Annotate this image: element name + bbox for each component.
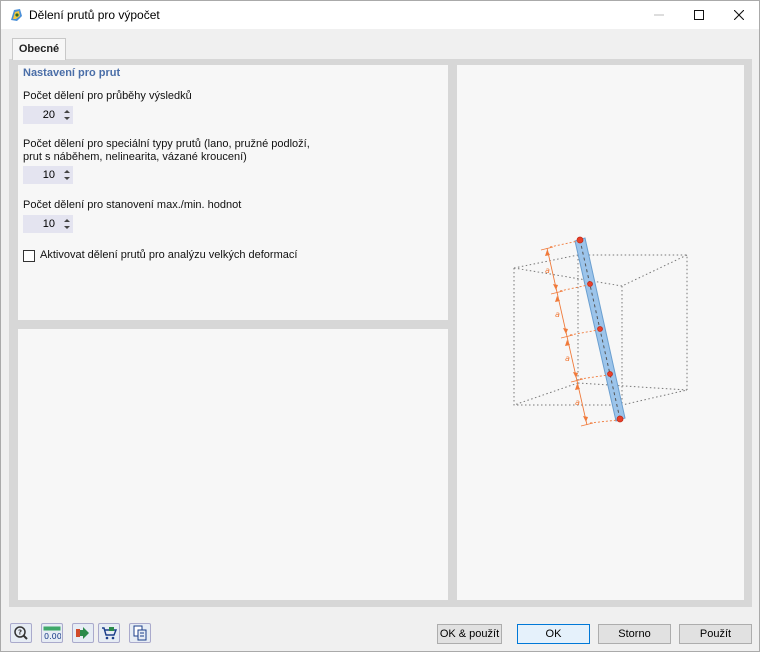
- division-node: [587, 281, 593, 287]
- spin-up-icon[interactable]: [64, 219, 70, 222]
- arrow-export-icon: [76, 627, 89, 639]
- spinner-arrows[interactable]: [61, 166, 73, 184]
- divisions-special-value[interactable]: 10: [23, 166, 59, 184]
- divisions-results-label: Počet dělení pro průběhy výsledků: [23, 90, 192, 102]
- preview-panel: a a a a: [457, 65, 744, 600]
- dimension-arrow: [545, 250, 550, 256]
- spinner-arrows[interactable]: [61, 215, 73, 233]
- dimension-arrow: [555, 296, 560, 302]
- divisions-special-label-line2: prut s náběhem, nelinearita, vázané krou…: [23, 151, 247, 163]
- dimension-arrow: [563, 328, 568, 334]
- dimension-arrow: [573, 372, 578, 378]
- window-title: Dělení prutů pro výpočet: [29, 8, 160, 22]
- divisions-results-spinner[interactable]: 20: [23, 106, 73, 124]
- units-icon: 0.00: [43, 626, 61, 640]
- cancel-button[interactable]: Storno: [598, 624, 671, 644]
- spin-down-icon[interactable]: [64, 177, 70, 180]
- segment-label: a: [555, 310, 560, 319]
- export-button[interactable]: [72, 623, 94, 643]
- large-deformation-checkbox[interactable]: [23, 250, 35, 262]
- cart-button[interactable]: [98, 623, 120, 643]
- minimize-button[interactable]: [637, 1, 681, 29]
- divisions-special-label: Počet dělení pro speciální typy prutů (l…: [23, 138, 310, 150]
- large-deformation-label[interactable]: Aktivovat dělení prutů pro analýzu velký…: [40, 249, 297, 262]
- maximize-button[interactable]: [677, 1, 721, 29]
- box-edge: [513, 255, 579, 406]
- ok-apply-button[interactable]: OK & použít: [437, 624, 502, 644]
- spin-up-icon[interactable]: [64, 170, 70, 173]
- divisions-maxmin-label: Počet dělení pro stanovení max./min. hod…: [23, 199, 242, 211]
- divisions-maxmin-value[interactable]: 10: [23, 215, 59, 233]
- segment-label: a: [565, 354, 570, 363]
- box-edge: [513, 254, 688, 287]
- extension-line: [569, 329, 599, 336]
- app-icon: [11, 9, 22, 21]
- units-icon-text: 0.00: [44, 632, 61, 640]
- divisions-maxmin-spinner[interactable]: 10: [23, 215, 73, 233]
- extension-line: [549, 240, 579, 248]
- spin-up-icon[interactable]: [64, 110, 70, 113]
- minimize-icon: [654, 14, 664, 16]
- division-node: [576, 236, 584, 244]
- svg-text:?: ?: [18, 629, 22, 637]
- settings-panel: [18, 65, 448, 320]
- divisions-special-spinner[interactable]: 10: [23, 166, 73, 184]
- extension-line: [559, 284, 589, 292]
- segment-label: a: [575, 398, 580, 407]
- dialog-window: Dělení prutů pro výpočet Obecné a a a a …: [0, 0, 760, 652]
- title-bar: Dělení prutů pro výpočet: [1, 1, 759, 29]
- extension-line: [589, 419, 619, 424]
- ok-button[interactable]: OK: [517, 624, 590, 644]
- box-edge: [577, 382, 688, 391]
- divisions-results-value[interactable]: 20: [23, 106, 59, 124]
- dimension-arrow: [565, 340, 570, 346]
- section-title: Nastavení pro prut: [23, 67, 121, 79]
- division-node: [597, 326, 603, 332]
- dimension-arrow: [553, 284, 558, 290]
- tab-general[interactable]: Obecné: [12, 38, 66, 60]
- help-button[interactable]: ?: [10, 623, 32, 643]
- apply-button[interactable]: Použít: [679, 624, 752, 644]
- copy-button[interactable]: [129, 623, 151, 643]
- dimension-arrow: [575, 384, 580, 390]
- division-node: [616, 415, 624, 423]
- units-button[interactable]: 0.00: [41, 623, 63, 643]
- spin-down-icon[interactable]: [64, 117, 70, 120]
- extension-line: [579, 374, 609, 380]
- spin-down-icon[interactable]: [64, 226, 70, 229]
- spinner-arrows[interactable]: [61, 106, 73, 124]
- maximize-icon: [694, 10, 704, 20]
- segment-label: a: [545, 266, 550, 275]
- copy-icon: [133, 625, 147, 641]
- cart-icon: [102, 627, 117, 640]
- dimension-arrow: [583, 416, 588, 422]
- close-button[interactable]: [717, 1, 760, 29]
- member-division-diagram: a a a a: [513, 236, 688, 427]
- close-icon: [734, 10, 744, 20]
- help-icon: ?: [14, 626, 28, 640]
- empty-panel: [18, 329, 448, 600]
- division-node: [607, 371, 613, 377]
